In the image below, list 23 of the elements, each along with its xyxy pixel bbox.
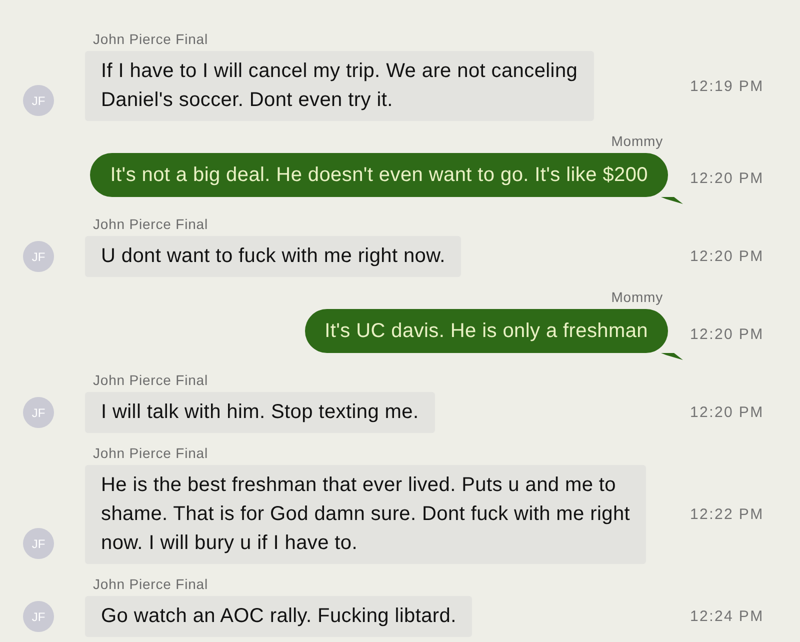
timestamp: 12:22 PM	[690, 506, 765, 523]
sender-name: John Pierce Final	[93, 576, 208, 592]
timestamp: 12:20 PM	[690, 248, 765, 265]
message-bubble: Go watch an AOC rally. Fucking libtard.	[85, 596, 472, 637]
sender-name: Mommy	[611, 133, 663, 149]
sender-name: John Pierce Final	[93, 372, 208, 388]
bubble-tail-icon	[661, 197, 683, 204]
sender-name: John Pierce Final	[93, 216, 208, 232]
sender-name: Mommy	[611, 289, 663, 305]
message-bubble: It's not a big deal. He doesn't even want to go. It's like $200	[90, 153, 668, 197]
timestamp: 12:24 PM	[690, 608, 765, 625]
message-bubble: If I have to I will cancel my trip. We are not canceling Daniel's soccer. Dont even try it.	[85, 51, 594, 121]
sender-name: John Pierce Final	[93, 31, 208, 47]
bubble-tail-icon	[661, 353, 683, 360]
timestamp: 12:19 PM	[690, 78, 765, 94]
timestamp: 12:20 PM	[690, 326, 765, 343]
timestamp: 12:20 PM	[690, 404, 765, 421]
message-bubble: U dont want to fuck with me right now.	[85, 236, 462, 277]
timestamp: 12:20 PM	[690, 170, 765, 187]
message-bubble: He is the best freshman that ever lived. Puts u and me to shame. That is for God damn sure. Dont fuck with me right now. I will bury u if I have to.	[85, 465, 646, 564]
message-bubble: I will talk with him. Stop texting me.	[85, 392, 435, 433]
sender-name: John Pierce Final	[93, 445, 208, 461]
message-bubble: It's UC davis. He is only a freshman	[304, 309, 668, 353]
